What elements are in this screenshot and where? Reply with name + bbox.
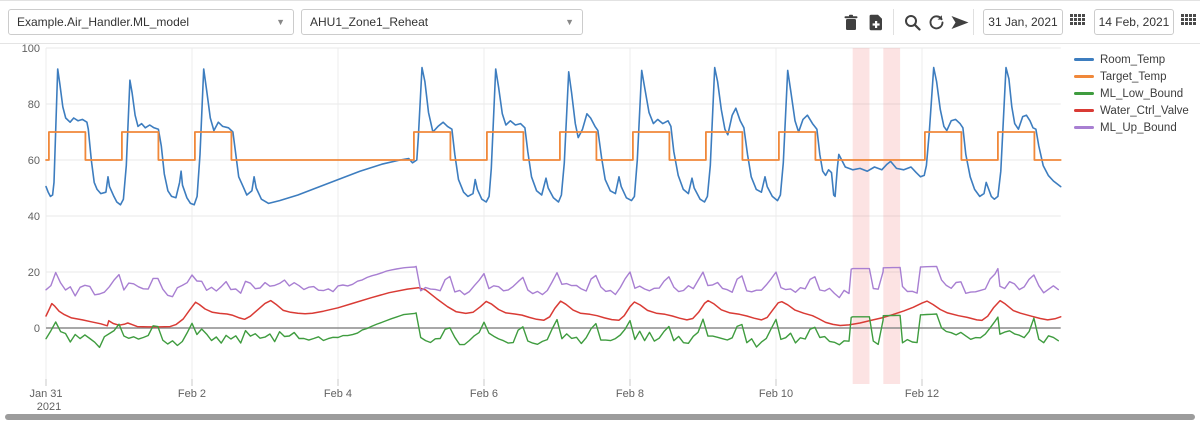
model-select-dropdown[interactable]: Example.Air_Handler.ML_model ▼ — [8, 9, 294, 35]
legend-item-room-temp[interactable]: Room_Temp — [1074, 51, 1189, 68]
y-tick-label: 80 — [28, 99, 40, 111]
y-tick-label: 100 — [22, 43, 40, 55]
horizontal-scrollbar[interactable] — [5, 414, 1195, 420]
refresh-button[interactable] — [923, 10, 949, 34]
y-tick-label: 0 — [34, 323, 40, 335]
refresh-icon — [928, 14, 945, 31]
add-record-icon — [868, 14, 884, 31]
chevron-down-icon: ▼ — [276, 17, 285, 27]
toolbar: Example.Air_Handler.ML_model ▼ AHU1_Zone… — [0, 1, 1200, 44]
delete-button[interactable] — [838, 10, 864, 34]
x-tick-label: Feb 12 — [905, 388, 939, 400]
x-tick-label: Feb 8 — [616, 388, 644, 400]
x-tick-sublabel: 2021 — [37, 401, 61, 413]
series-line-target_temp[interactable] — [46, 132, 1061, 160]
zoom-search-button[interactable] — [899, 10, 925, 34]
start-date-value: 31 Jan, 2021 — [988, 15, 1057, 29]
legend-label: Room_Temp — [1100, 54, 1165, 66]
x-tick-label: Jan 31 — [29, 388, 62, 400]
date-grid-icon[interactable] — [1070, 14, 1087, 29]
y-tick-label: 20 — [28, 267, 40, 279]
toolbar-separator — [893, 9, 894, 35]
send-icon — [950, 14, 970, 31]
legend-swatch — [1074, 58, 1094, 61]
legend-label: ML_Up_Bound — [1100, 122, 1177, 134]
series-line-room_temp[interactable] — [46, 68, 1061, 205]
point-select-dropdown[interactable]: AHU1_Zone1_Reheat ▼ — [301, 9, 583, 35]
x-tick-label: Feb 6 — [470, 388, 498, 400]
run-send-button[interactable] — [947, 10, 973, 34]
chevron-down-icon: ▼ — [565, 17, 574, 27]
x-tick-label: Feb 2 — [178, 388, 206, 400]
toolbar-separator — [973, 9, 974, 35]
date-grid-icon[interactable] — [1181, 14, 1198, 29]
search-icon — [904, 14, 921, 31]
anomaly-highlight-band — [853, 48, 870, 384]
legend-swatch — [1074, 75, 1094, 78]
legend-swatch — [1074, 126, 1094, 129]
anomaly-highlight-band — [883, 48, 900, 384]
timeseries-chart[interactable]: 0 20 40 60 80 100 Jan 312021 Feb 2 Feb 4 Feb 6 Feb… — [0, 1, 1200, 421]
legend-item-ml-up-bound[interactable]: ML_Up_Bound — [1074, 119, 1189, 136]
legend-label: Target_Temp — [1100, 71, 1166, 83]
x-tick-label: Feb 4 — [324, 388, 352, 400]
legend-label: Water_Ctrl_Valve — [1100, 105, 1189, 117]
chart-legend: Room_Temp Target_Temp ML_Low_Bound Water… — [1074, 51, 1189, 136]
end-date-value: 14 Feb, 2021 — [1099, 15, 1170, 29]
y-tick-label: 60 — [28, 155, 40, 167]
app-window: { "toolbar": { "model_select": "Example.… — [0, 0, 1200, 421]
legend-label: ML_Low_Bound — [1100, 88, 1183, 100]
trash-icon — [843, 14, 859, 31]
end-date-input[interactable]: 14 Feb, 2021 — [1094, 9, 1174, 35]
legend-swatch — [1074, 109, 1094, 112]
series-line-water_ctrl_valve[interactable] — [46, 288, 1061, 327]
add-record-button[interactable] — [863, 10, 889, 34]
legend-item-target-temp[interactable]: Target_Temp — [1074, 68, 1189, 85]
x-tick-label: Feb 10 — [759, 388, 793, 400]
point-select-value: AHU1_Zone1_Reheat — [310, 15, 428, 29]
legend-swatch — [1074, 92, 1094, 95]
series-line-ml_up_bound[interactable] — [46, 266, 1058, 297]
model-select-value: Example.Air_Handler.ML_model — [17, 15, 189, 29]
series-line-ml_low_bound[interactable] — [46, 313, 1058, 348]
y-tick-label: 40 — [28, 211, 40, 223]
legend-item-ml-low-bound[interactable]: ML_Low_Bound — [1074, 85, 1189, 102]
start-date-input[interactable]: 31 Jan, 2021 — [983, 9, 1063, 35]
legend-item-water-ctrl-valve[interactable]: Water_Ctrl_Valve — [1074, 102, 1189, 119]
